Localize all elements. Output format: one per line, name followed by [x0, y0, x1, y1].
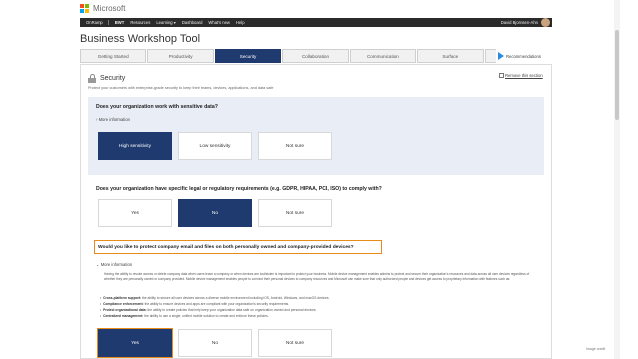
option-not-sure[interactable]: Not sure — [258, 132, 332, 160]
tab-getting-started[interactable]: Getting Started — [80, 49, 147, 63]
bullet-cross-platform: Cross-platform support: the ability to s… — [100, 296, 329, 300]
bullet-text: the ability to secure all user devices a… — [141, 296, 330, 300]
option-yes[interactable]: Yes — [98, 199, 172, 227]
image-credit: Image credit — [586, 347, 606, 351]
question-1-text: Does your organization work with sensiti… — [96, 104, 218, 110]
lock-icon — [88, 74, 96, 83]
scrollbar[interactable] — [614, 0, 620, 359]
bullet-text: the ability to use a single, unified mob… — [143, 314, 269, 318]
option-no[interactable]: No — [178, 329, 252, 357]
scrollbar-thumb[interactable] — [615, 30, 619, 120]
top-nav: OnRamp BWT Resources Learning ▾ Dashboar… — [80, 18, 552, 27]
remove-icon[interactable] — [499, 73, 504, 78]
bullet-compliance: Compliance enforcement: the ability to e… — [100, 302, 289, 306]
tab-surface[interactable]: Surface — [417, 49, 484, 63]
tab-productivity[interactable]: Productivity — [147, 49, 214, 63]
nav-item-help[interactable]: Help — [236, 20, 245, 25]
flag-icon — [498, 52, 504, 60]
bullet-title: Cross-platform support: — [103, 296, 142, 300]
recommendations-label: Recommendations — [506, 53, 541, 59]
remove-section-link[interactable]: Remove this section — [505, 73, 543, 78]
bullet-text: the ability to ensure devices and apps a… — [143, 302, 290, 306]
nav-separator — [107, 20, 109, 25]
recommendations-button[interactable]: Recommendations — [496, 48, 552, 64]
nav-item-whats-new[interactable]: What's new — [208, 20, 230, 25]
tab-collaboration[interactable]: Collaboration — [282, 49, 349, 63]
bullet-title: Protect organizational data: — [103, 308, 147, 312]
nav-item-learning[interactable]: Learning ▾ — [156, 20, 176, 25]
tab-security[interactable]: Security — [214, 49, 282, 63]
question-3-text: Would you like to protect company email … — [98, 245, 354, 250]
option-no[interactable]: No — [178, 199, 252, 227]
more-info-toggle-3[interactable]: ⌄ More information — [96, 262, 132, 267]
microsoft-logo-icon — [80, 4, 89, 13]
brand-name: Microsoft — [93, 4, 126, 13]
user-name[interactable]: David Bjornsen-Ahn — [501, 20, 538, 25]
section-title: Security — [100, 75, 126, 82]
avatar[interactable] — [541, 18, 550, 27]
step-tabs: Getting Started Productivity Security Co… — [80, 49, 552, 63]
bullet-text: the ability to create policies that help… — [146, 308, 317, 312]
option-yes[interactable]: Yes — [97, 328, 173, 358]
option-not-sure[interactable]: Not sure — [258, 329, 332, 357]
bullet-title: Centralized management: — [103, 314, 144, 318]
tab-communication[interactable]: Communication — [349, 49, 417, 63]
bullet-protect-data: Protect organizational data: the ability… — [100, 308, 316, 312]
page-title: Business Workshop Tool — [80, 33, 201, 45]
nav-item-resources[interactable]: Resources — [130, 20, 150, 25]
more-info-label: More information — [100, 262, 133, 267]
microsoft-logo[interactable]: Microsoft — [80, 4, 125, 13]
nav-item-onramp[interactable]: OnRamp — [86, 20, 103, 25]
option-high-sensitivity[interactable]: High sensitivity — [98, 132, 172, 160]
section-header: Security — [88, 74, 125, 83]
info-paragraph: Having the ability to revoke access or d… — [104, 272, 530, 281]
nav-item-bwt[interactable]: BWT — [115, 20, 125, 25]
question-2-text: Does your organization have specific leg… — [96, 186, 382, 192]
option-not-sure[interactable]: Not sure — [258, 199, 332, 227]
bullet-centralized: Centralized management: the ability to u… — [100, 314, 269, 318]
section-subtitle: Protect your customers with enterprise-g… — [88, 86, 274, 90]
more-info-toggle-1[interactable]: › More information — [96, 117, 130, 122]
bullet-title: Compliance enforcement: — [103, 302, 144, 306]
nav-item-dashboard[interactable]: Dashboard — [182, 20, 203, 25]
option-low-sensitivity[interactable]: Low sensitivity — [178, 132, 252, 160]
more-info-label: More information — [98, 117, 130, 122]
